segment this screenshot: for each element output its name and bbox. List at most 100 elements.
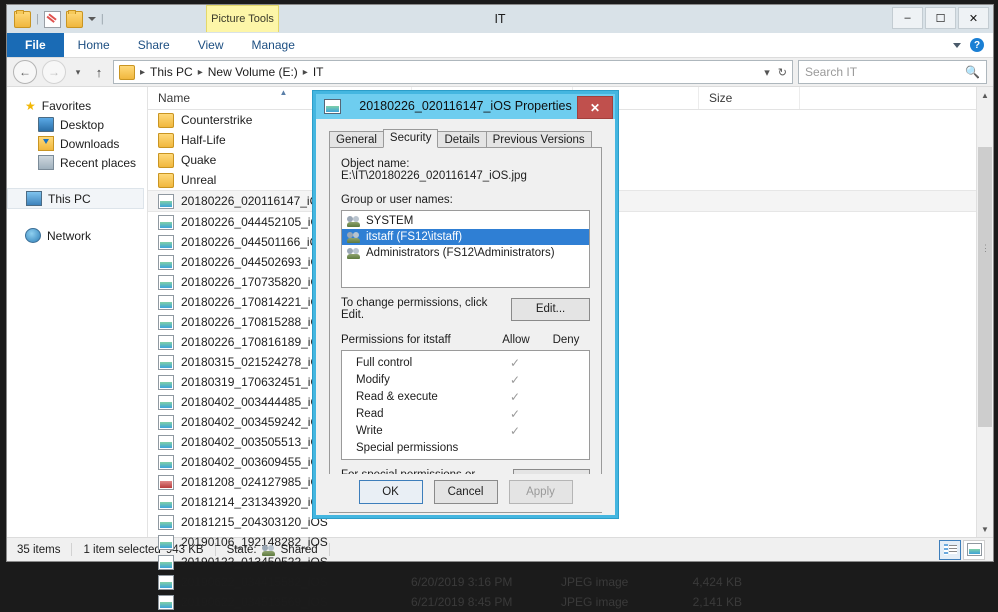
sidebar-item-recent-places[interactable]: Recent places — [7, 153, 147, 172]
permission-label: Special permissions — [356, 441, 459, 454]
file-name-label: Counterstrike — [181, 113, 253, 127]
cancel-button[interactable]: Cancel — [433, 480, 498, 504]
back-button[interactable]: ← — [13, 60, 37, 84]
qat-divider-2: | — [100, 13, 104, 25]
vertical-scrollbar[interactable]: ▲ ⋮ ▼ — [976, 87, 993, 537]
folder-icon — [158, 152, 174, 168]
folder-icon — [158, 112, 174, 128]
maximize-button[interactable]: ☐ — [925, 7, 956, 29]
navigation-pane: ★ Favorites Desktop Downloads Recent pla… — [7, 87, 148, 537]
edit-button[interactable]: Edit... — [511, 297, 590, 321]
tab-security[interactable]: Security — [382, 129, 439, 148]
properties-dialog: 20180226_020116147_iOS Properties ✕ Gene… — [313, 91, 618, 518]
allow-checkbox[interactable]: ✓ — [489, 424, 541, 438]
allow-checkbox[interactable]: ✓ — [489, 356, 541, 370]
file-name-label: 20180402_003459242_iOS — [181, 415, 328, 429]
search-input[interactable]: Search IT 🔍 — [798, 60, 987, 84]
up-button[interactable]: ↑ — [90, 65, 108, 80]
address-dropdown-icon[interactable]: ▾ — [764, 66, 770, 79]
breadcrumb[interactable]: ▸ This PC ▸ New Volume (E:) ▸ IT ▾ ↻ — [113, 60, 793, 84]
tab-view[interactable]: View — [184, 33, 238, 57]
permission-row[interactable]: Special permissions — [342, 439, 589, 456]
image-icon — [158, 414, 174, 430]
breadcrumb-item-it[interactable]: IT — [313, 65, 324, 79]
tab-general[interactable]: General — [329, 131, 384, 147]
allow-checkbox[interactable]: ✓ — [489, 373, 541, 387]
shared-users-icon — [261, 544, 276, 556]
permission-row[interactable]: Write ✓ — [342, 422, 589, 439]
sidebar-item-favorites[interactable]: ★ Favorites — [7, 96, 147, 115]
file-size-cell: 4,424 KB — [692, 575, 742, 589]
close-button[interactable]: ✕ — [958, 7, 989, 29]
tab-share[interactable]: Share — [124, 33, 184, 57]
users-group-icon — [347, 247, 361, 259]
folder2-icon[interactable] — [65, 9, 83, 28]
qat-divider: | — [36, 13, 39, 25]
list-item[interactable]: SYSTEM — [342, 213, 589, 229]
tab-previous-versions[interactable]: Previous Versions — [485, 131, 592, 147]
breadcrumb-folder-icon — [119, 64, 135, 80]
allow-checkbox[interactable]: ✓ — [489, 390, 541, 404]
list-item[interactable]: Administrators (FS12\Administrators) — [342, 245, 589, 261]
window-title: IT — [494, 12, 506, 26]
folder-icon[interactable] — [14, 9, 31, 28]
permissions-listbox[interactable]: Full control ✓ Modify ✓ Read & execute ✓ Read ✓… — [341, 350, 590, 460]
sidebar-item-label: Downloads — [60, 136, 120, 151]
principals-listbox[interactable]: SYSTEM itstaff (FS12\itstaff) Administrato… — [341, 210, 590, 288]
breadcrumb-item-this-pc[interactable]: This PC — [150, 65, 193, 79]
help-icon[interactable]: ? — [970, 38, 984, 52]
sidebar-item-this-pc[interactable]: This PC — [7, 188, 144, 209]
file-name-label: 20190622_034513569_iOS — [181, 595, 328, 609]
scroll-down-icon[interactable]: ▼ — [977, 521, 993, 537]
sidebar-item-downloads[interactable]: Downloads — [7, 134, 147, 153]
tab-details[interactable]: Details — [437, 131, 487, 147]
image-icon — [158, 354, 174, 370]
minimize-button[interactable]: – — [892, 7, 923, 29]
file-name-label: 20180226_020116147_iOS — [181, 194, 327, 208]
ok-button[interactable]: OK — [358, 480, 423, 504]
list-item[interactable]: itstaff (FS12\itstaff) — [342, 229, 589, 245]
star-icon: ★ — [25, 98, 36, 113]
permission-row[interactable]: Full control ✓ — [342, 354, 589, 371]
dialog-close-button[interactable]: ✕ — [577, 96, 613, 119]
breadcrumb-item-new-volume[interactable]: New Volume (E:) — [208, 65, 298, 79]
tab-file[interactable]: File — [7, 33, 64, 57]
permission-label: Write — [356, 424, 383, 437]
image-icon — [158, 193, 174, 209]
sidebar-item-desktop[interactable]: Desktop — [7, 115, 147, 134]
properties-icon[interactable] — [43, 10, 61, 28]
scroll-up-icon[interactable]: ▲ — [977, 87, 993, 103]
image-icon — [158, 314, 174, 330]
image-icon — [158, 554, 174, 570]
column-header-size[interactable]: Size — [699, 87, 800, 109]
principal-label: Administrators (FS12\Administrators) — [366, 247, 555, 259]
forward-button[interactable]: → — [42, 60, 66, 84]
table-row[interactable]: 20190622_034415582_iOS 6/20/2019 3:16 PM J… — [148, 572, 993, 592]
file-name-label: 20180226_170814221_iOS — [181, 295, 328, 309]
image-icon — [158, 594, 174, 610]
sidebar-item-network[interactable]: Network — [7, 226, 147, 245]
this-pc-icon — [26, 191, 42, 206]
allow-checkbox[interactable]: ✓ — [489, 407, 541, 421]
address-bar: ← → ▾ ↑ ▸ This PC ▸ New Volume (E:) ▸ IT… — [7, 58, 993, 86]
apply-button[interactable]: Apply — [508, 480, 573, 504]
refresh-icon[interactable]: ↻ — [778, 66, 787, 79]
dialog-title: 20180226_020116147_iOS Properties — [359, 99, 572, 113]
table-row[interactable]: 20190622_034513569_iOS 6/21/2019 8:45 PM J… — [148, 592, 993, 612]
recent-locations-button[interactable]: ▾ — [71, 67, 85, 78]
breadcrumb-sep-0: ▸ — [140, 66, 146, 78]
column-label: Size — [709, 91, 733, 105]
file-name-label: 20190622_034415582_iOS — [181, 575, 328, 589]
permission-row[interactable]: Read ✓ — [342, 405, 589, 422]
dropdown-arrow-icon[interactable] — [87, 17, 96, 21]
tab-home[interactable]: Home — [64, 33, 124, 57]
scrollbar-thumb[interactable] — [978, 147, 992, 427]
tab-manage[interactable]: Manage — [237, 33, 309, 57]
image-icon — [158, 434, 174, 450]
chevron-down-icon[interactable] — [953, 42, 961, 48]
breadcrumb-sep-1: ▸ — [197, 66, 203, 78]
permission-row[interactable]: Modify ✓ — [342, 371, 589, 388]
permission-label: Full control — [356, 356, 413, 369]
edit-hint-text: To change permissions, click Edit. — [341, 297, 488, 321]
permission-row[interactable]: Read & execute ✓ — [342, 388, 589, 405]
